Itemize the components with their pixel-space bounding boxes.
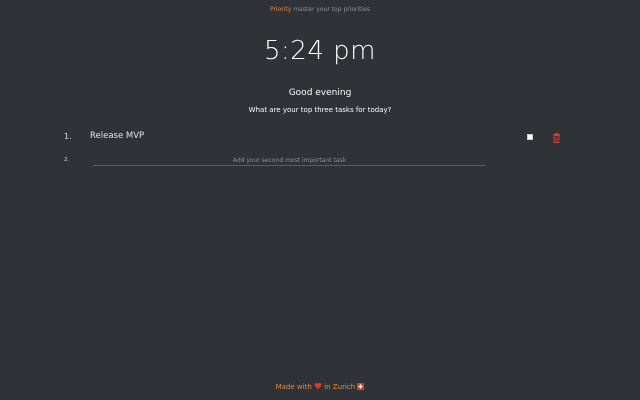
task-complete-checkbox[interactable] [527,134,533,140]
second-task-input[interactable] [93,155,486,166]
heart-icon [314,382,322,390]
footer-made-with: Made with [275,383,312,391]
tagline: Priority master your top priorities [0,6,640,13]
footer: Made with in Zurich [0,382,640,391]
task-number: 1. [64,132,72,141]
footer-city: in Zurich [324,383,356,391]
task-title[interactable]: Release MVP [90,131,144,141]
task-row-1: 1. Release MVP [0,131,640,145]
trash-icon[interactable] [552,133,561,143]
clock-time: 5:24 pm [264,36,376,66]
task-number: 2. [64,157,70,163]
swiss-flag-icon [357,383,365,390]
task-row-2: 2. [0,155,640,169]
tagline-text: master your top priorities [293,6,371,13]
tasks-prompt: What are your top three tasks for today? [248,106,392,114]
greeting: Good evening [288,88,352,98]
brand-name[interactable]: Priority [270,6,291,13]
